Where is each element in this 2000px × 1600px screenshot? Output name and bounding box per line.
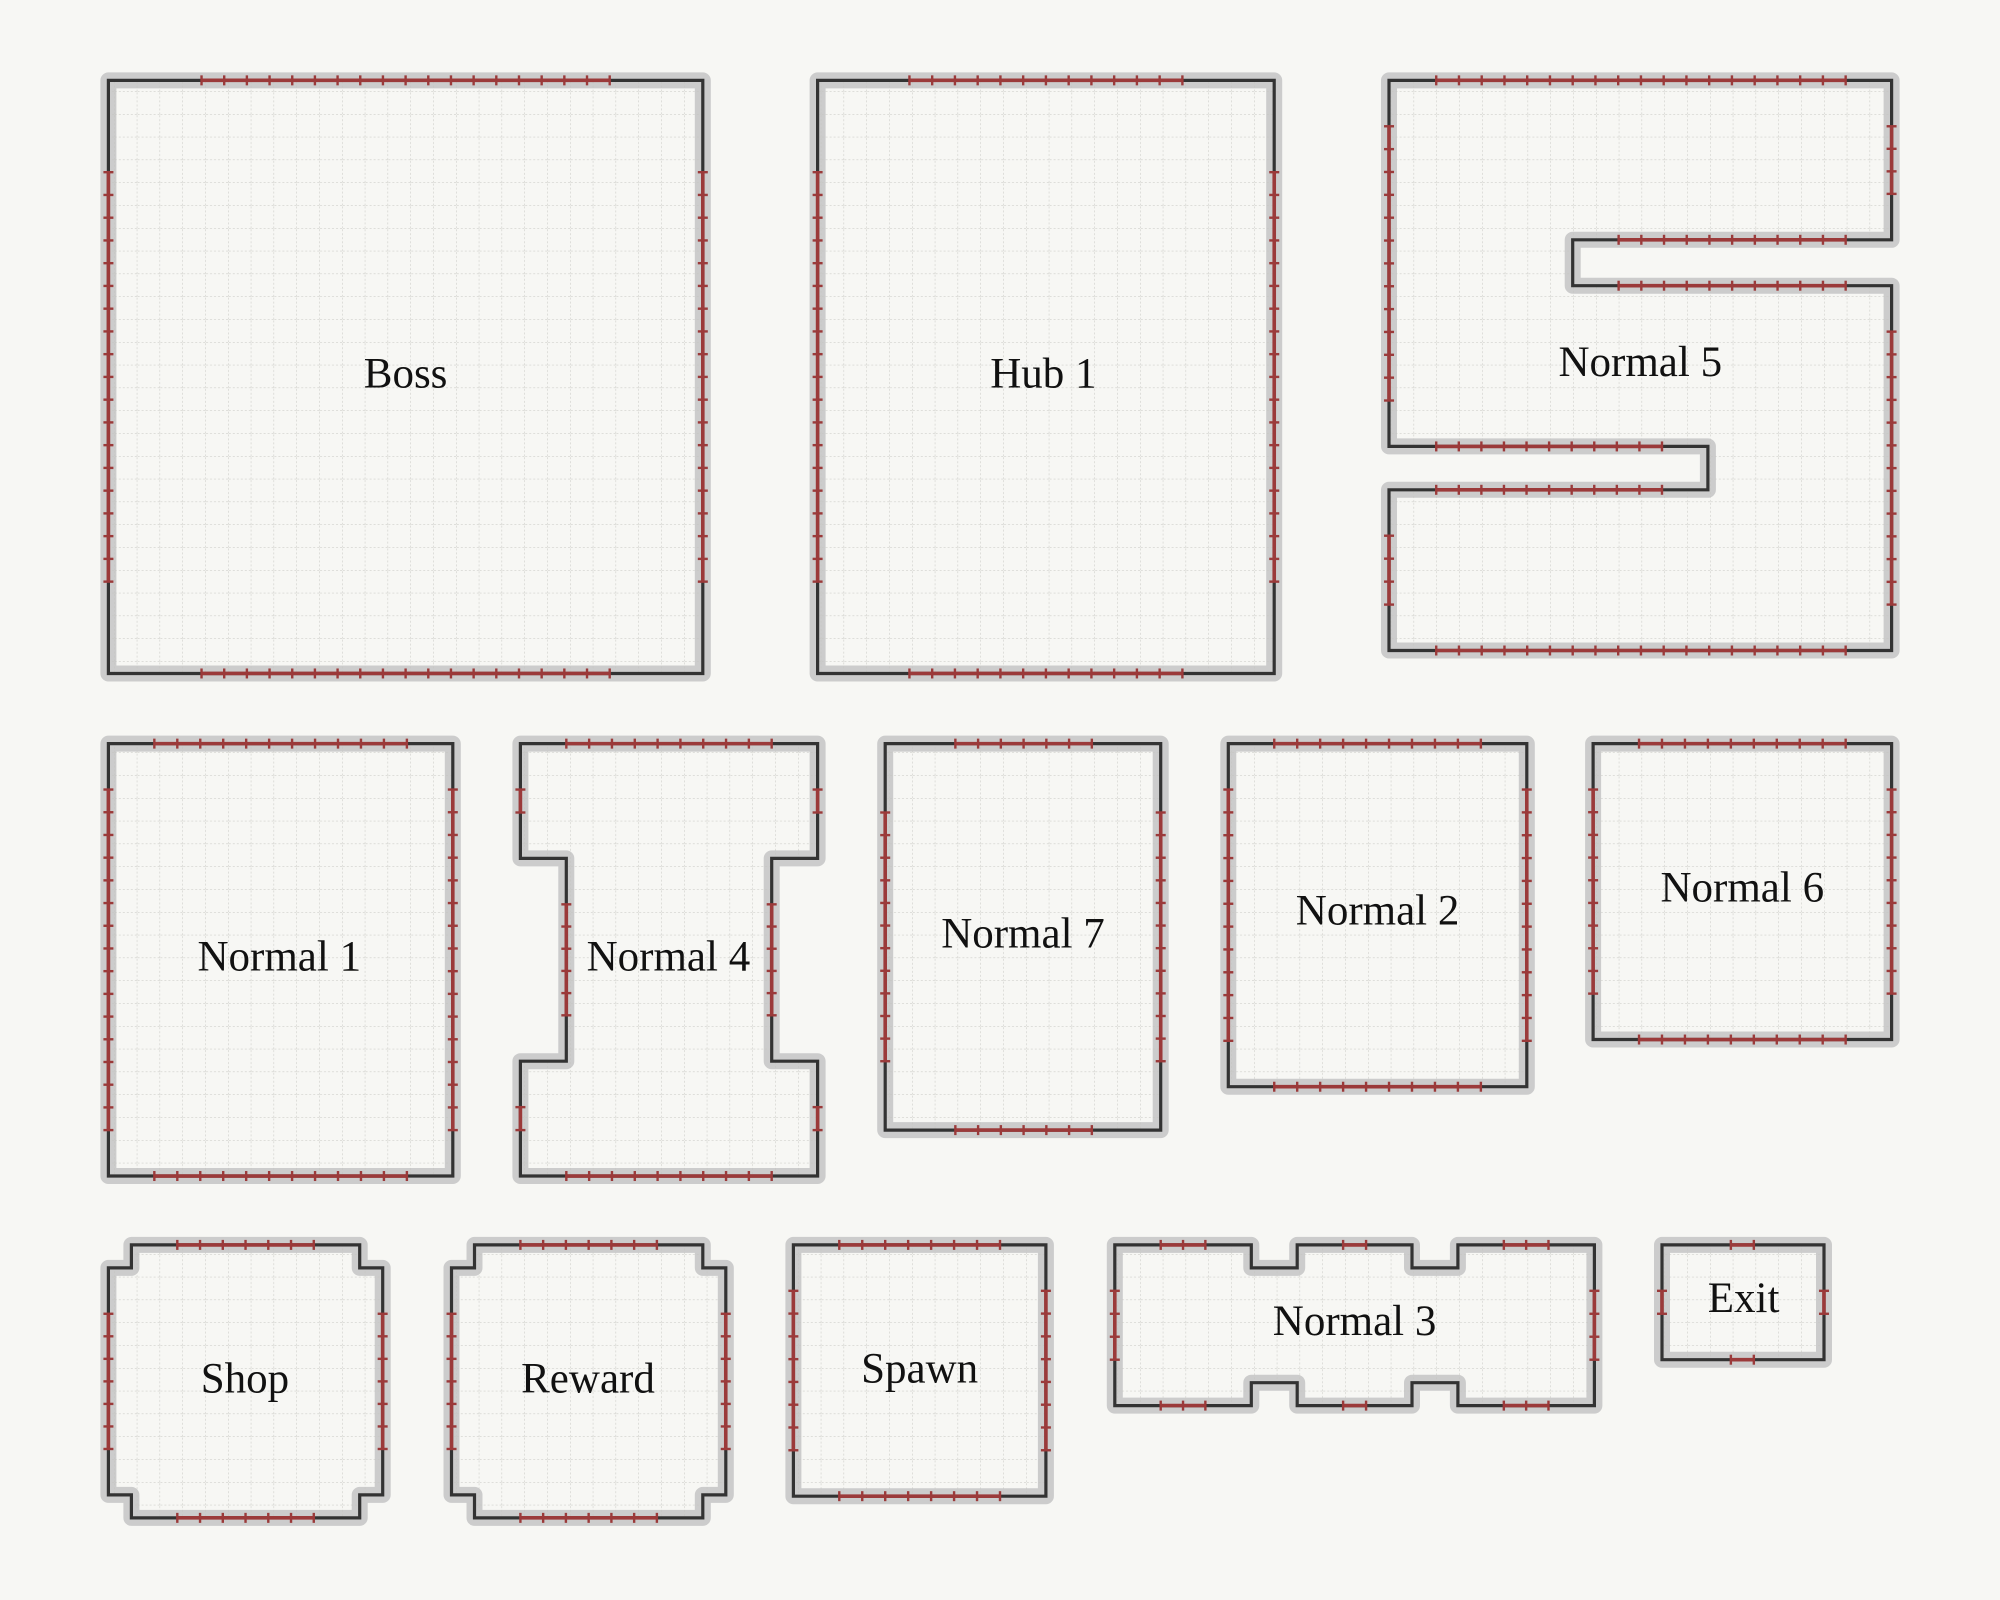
room-boss: Boss: [100, 72, 711, 682]
room-shop: Shop: [100, 1236, 391, 1526]
room-label-normal-7: Normal 7: [941, 910, 1105, 957]
room-label-normal-1: Normal 1: [197, 933, 361, 980]
room-label-reward: Reward: [521, 1356, 655, 1403]
room-spawn: Spawn: [785, 1236, 1054, 1505]
room-label-normal-3: Normal 3: [1273, 1298, 1437, 1345]
room-normal-3: Normal 3: [1106, 1236, 1603, 1414]
room-hub-1: Hub 1: [809, 72, 1283, 682]
room-normal-7: Normal 7: [877, 735, 1169, 1139]
room-normal-5: Normal 5: [1381, 72, 1900, 659]
room-label-shop: Shop: [201, 1356, 289, 1403]
room-label-spawn: Spawn: [861, 1345, 978, 1392]
room-label-exit: Exit: [1708, 1275, 1780, 1322]
room-exit: Exit: [1654, 1236, 1832, 1368]
room-reward: Reward: [443, 1236, 734, 1526]
room-label-normal-6: Normal 6: [1660, 864, 1824, 911]
room-label-normal-5: Normal 5: [1558, 339, 1722, 386]
room-label-boss: Boss: [364, 350, 448, 397]
room-normal-6: Normal 6: [1585, 735, 1900, 1048]
room-layout-diagram: Boss Hub 1 Normal 5 Normal 1 Normal 4 Normal …: [100, 72, 1900, 1526]
room-normal-4: Normal 4: [512, 735, 826, 1184]
room-normal-2: Normal 2: [1220, 735, 1535, 1095]
room-label-hub-1: Hub 1: [990, 350, 1096, 397]
room-normal-1: Normal 1: [100, 735, 461, 1184]
room-label-normal-2: Normal 2: [1296, 887, 1460, 934]
room-label-normal-4: Normal 4: [587, 933, 751, 980]
